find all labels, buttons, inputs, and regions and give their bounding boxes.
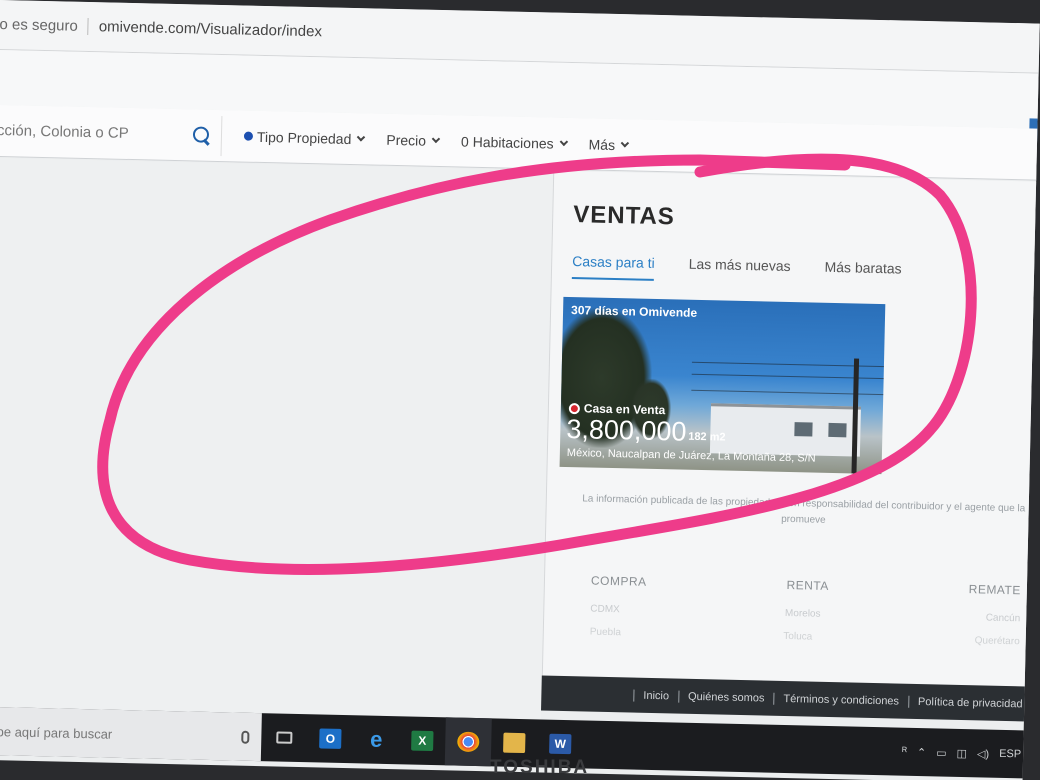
chevron-down-icon (620, 138, 630, 148)
outlook-button[interactable]: O (307, 714, 354, 763)
laptop-screen: o es seguro omivende.com/Visualizador/in… (0, 0, 1040, 780)
edge-button[interactable]: e (353, 715, 400, 764)
footer-sub-links: Puebla Toluca Querétaro (590, 627, 1020, 648)
results-panel: VENTAS Casas para ti Las más nuevas Más … (541, 170, 1040, 687)
days-on-site: 307 días en Omivende (570, 303, 698, 320)
footer-sub-links: CDMX Morelos Cancún (590, 604, 1020, 625)
system-tray: ᴿ ⌃ ▭ ◫ ◁) ESP (902, 745, 1021, 761)
tab-casas-para-ti[interactable]: Casas para ti (571, 253, 655, 281)
precio-label: Precio (386, 131, 427, 149)
folder-icon (503, 732, 526, 754)
edge-icon: e (369, 726, 383, 752)
footer-link[interactable]: Toluca (783, 631, 812, 643)
excel-icon: X (411, 730, 434, 752)
taskbar-search-text[interactable]: ribe aquí para buscar (0, 723, 112, 741)
habitaciones-dropdown[interactable]: 0 Habitaciones (460, 132, 568, 152)
location-search[interactable]: cción, Colonia o CP (0, 110, 223, 156)
excel-button[interactable]: X (399, 716, 446, 765)
footer-link-terminos[interactable]: Términos y condiciones (773, 692, 909, 708)
language-indicator[interactable]: ESP (999, 748, 1021, 760)
search-icon[interactable] (193, 126, 211, 144)
listing-price: 3,800,000 (566, 413, 687, 447)
house-window (828, 422, 847, 438)
mas-dropdown[interactable]: Más (588, 135, 630, 153)
footer-col-renta[interactable]: RENTA (786, 578, 829, 593)
chevron-down-icon (357, 132, 366, 142)
listing-photo-house (709, 403, 861, 457)
footer-link[interactable]: Cancún (986, 613, 1021, 625)
footer-columns: COMPRA RENTA REMATE (591, 574, 1021, 598)
task-view-icon (276, 731, 293, 744)
map-area[interactable] (0, 157, 554, 731)
listing-card[interactable]: 307 días en Omivende Casa en Venta 3,800… (559, 296, 886, 475)
laptop-brand: TOSHIBA (490, 757, 590, 778)
outlook-icon: O (319, 728, 342, 749)
footer-col-compra[interactable]: COMPRA (591, 574, 647, 589)
precio-dropdown[interactable]: Precio (386, 131, 441, 149)
house-window (794, 422, 813, 437)
battery-icon[interactable]: ▭ (936, 746, 947, 759)
chrome-button[interactable] (444, 717, 492, 767)
chevron-up-icon[interactable]: ⌃ (917, 745, 927, 758)
people-icon[interactable]: ᴿ (902, 746, 907, 758)
dot-icon (243, 131, 254, 141)
footer-link[interactable]: Morelos (785, 608, 821, 620)
footer-link[interactable]: CDMX (590, 604, 620, 616)
network-icon[interactable]: ◫ (956, 746, 967, 759)
habitaciones-label: 0 Habitaciones (460, 132, 554, 152)
footer-link[interactable]: Puebla (590, 627, 621, 639)
tab-mas-nuevas[interactable]: Las más nuevas (688, 256, 790, 284)
search-input[interactable]: cción, Colonia o CP (0, 122, 129, 142)
chevron-down-icon (431, 134, 441, 144)
tipo-propiedad-label: Tipo Propiedad (256, 128, 352, 147)
url-text[interactable]: omivende.com/Visualizador/index (89, 18, 323, 40)
tipo-propiedad-dropdown[interactable]: Tipo Propiedad (243, 128, 366, 147)
footer-link-quienes-somos[interactable]: Quiénes somos (677, 690, 774, 705)
task-view-button[interactable] (261, 713, 308, 762)
tab-mas-baratas[interactable]: Más baratas (824, 259, 901, 287)
listing-area: 182 m2 (688, 430, 726, 444)
taskbar-search[interactable]: ribe aquí para buscar (0, 706, 262, 762)
status-dot-icon (568, 402, 581, 414)
results-tabs: Casas para ti Las más nuevas Más baratas (571, 253, 902, 287)
chrome-icon (457, 731, 480, 753)
footer-col-remate[interactable]: REMATE (969, 582, 1021, 597)
section-title: VENTAS (572, 201, 676, 231)
footer-link-inicio[interactable]: Inicio (633, 689, 679, 703)
volume-icon[interactable]: ◁) (977, 747, 989, 760)
disclaimer-text: La información publicada de las propieda… (582, 493, 1026, 526)
footer-link[interactable]: Querétaro (975, 635, 1020, 647)
microphone-icon[interactable] (241, 730, 250, 744)
mas-label: Más (588, 135, 616, 153)
security-indicator[interactable]: o es seguro (0, 15, 90, 36)
word-icon: W (549, 733, 572, 755)
chevron-down-icon (559, 137, 568, 147)
footer-link-privacidad[interactable]: Política de privacidad (907, 695, 1032, 711)
